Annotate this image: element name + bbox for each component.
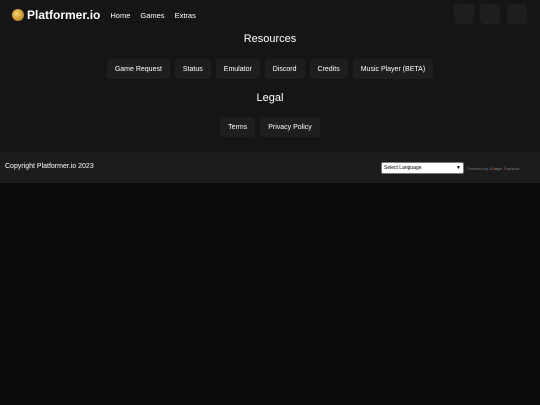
game-request-button[interactable]: Game Request — [106, 59, 170, 79]
resources-buttons: Game Request Status Emulator Discord Cre… — [0, 59, 540, 79]
logo-icon — [12, 9, 24, 21]
nav-home[interactable]: Home — [110, 11, 130, 20]
credits-button[interactable]: Credits — [309, 59, 348, 79]
terms-button[interactable]: Terms — [220, 117, 256, 137]
language-select[interactable]: Select Language ▼ — [381, 162, 464, 174]
resources-title: Resources — [243, 33, 297, 45]
emulator-button[interactable]: Emulator — [215, 59, 260, 79]
top-section: Platformer.io Home Games Extras Resource… — [0, 0, 540, 152]
logo-text: Platformer.io — [27, 8, 101, 22]
logo[interactable]: Platformer.io — [12, 8, 100, 22]
top-right-icon-3[interactable] — [507, 4, 527, 24]
footer: Copyright Platformer.io 2023 Select Lang… — [0, 152, 540, 183]
powered-by-google-translate[interactable]: Powered by Google Translate — [467, 166, 520, 171]
legal-buttons: Terms Privacy Policy — [0, 117, 540, 137]
copyright-text: Copyright Platformer.io 2023 — [5, 163, 94, 170]
legal-title: Legal — [256, 92, 284, 104]
top-right-icon-2[interactable] — [480, 4, 500, 24]
chevron-down-icon: ▼ — [456, 165, 461, 171]
privacy-policy-button[interactable]: Privacy Policy — [260, 117, 320, 137]
discord-button[interactable]: Discord — [264, 59, 305, 79]
language-select-value: Select Language — [384, 165, 422, 171]
navbar: Platformer.io Home Games Extras — [12, 4, 196, 26]
top-right-icon-1[interactable] — [454, 4, 474, 24]
music-player-button[interactable]: Music Player (BETA) — [352, 59, 434, 79]
nav-games[interactable]: Games — [140, 11, 164, 20]
nav-extras[interactable]: Extras — [175, 11, 196, 20]
status-button[interactable]: Status — [174, 59, 211, 79]
